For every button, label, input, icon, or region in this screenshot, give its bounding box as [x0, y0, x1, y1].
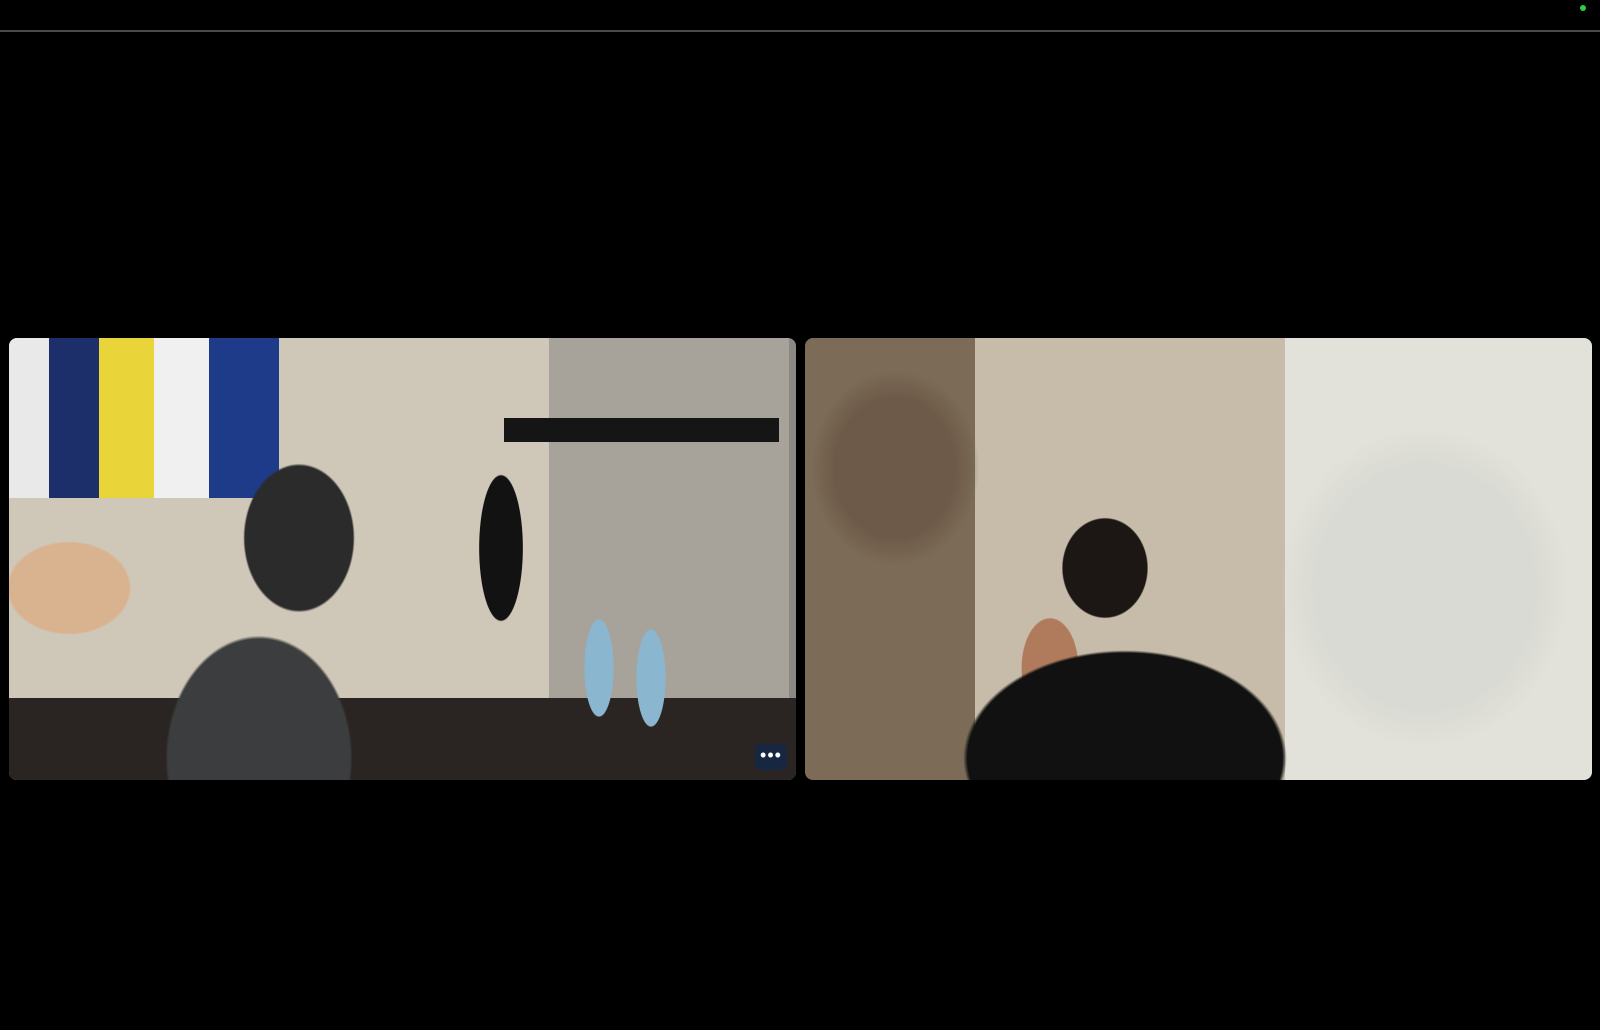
- ellipsis-icon: •••: [760, 745, 782, 765]
- participant-video-tile[interactable]: •••: [9, 338, 796, 780]
- window-title-bar: [0, 0, 1600, 32]
- participant-video-tile[interactable]: [805, 338, 1592, 780]
- status-indicator-icon: [1580, 5, 1586, 11]
- participant-video-feed: [805, 338, 1592, 780]
- video-gallery: •••: [0, 32, 1600, 1030]
- participant-video-feed: [9, 338, 796, 780]
- more-options-button[interactable]: •••: [755, 744, 787, 770]
